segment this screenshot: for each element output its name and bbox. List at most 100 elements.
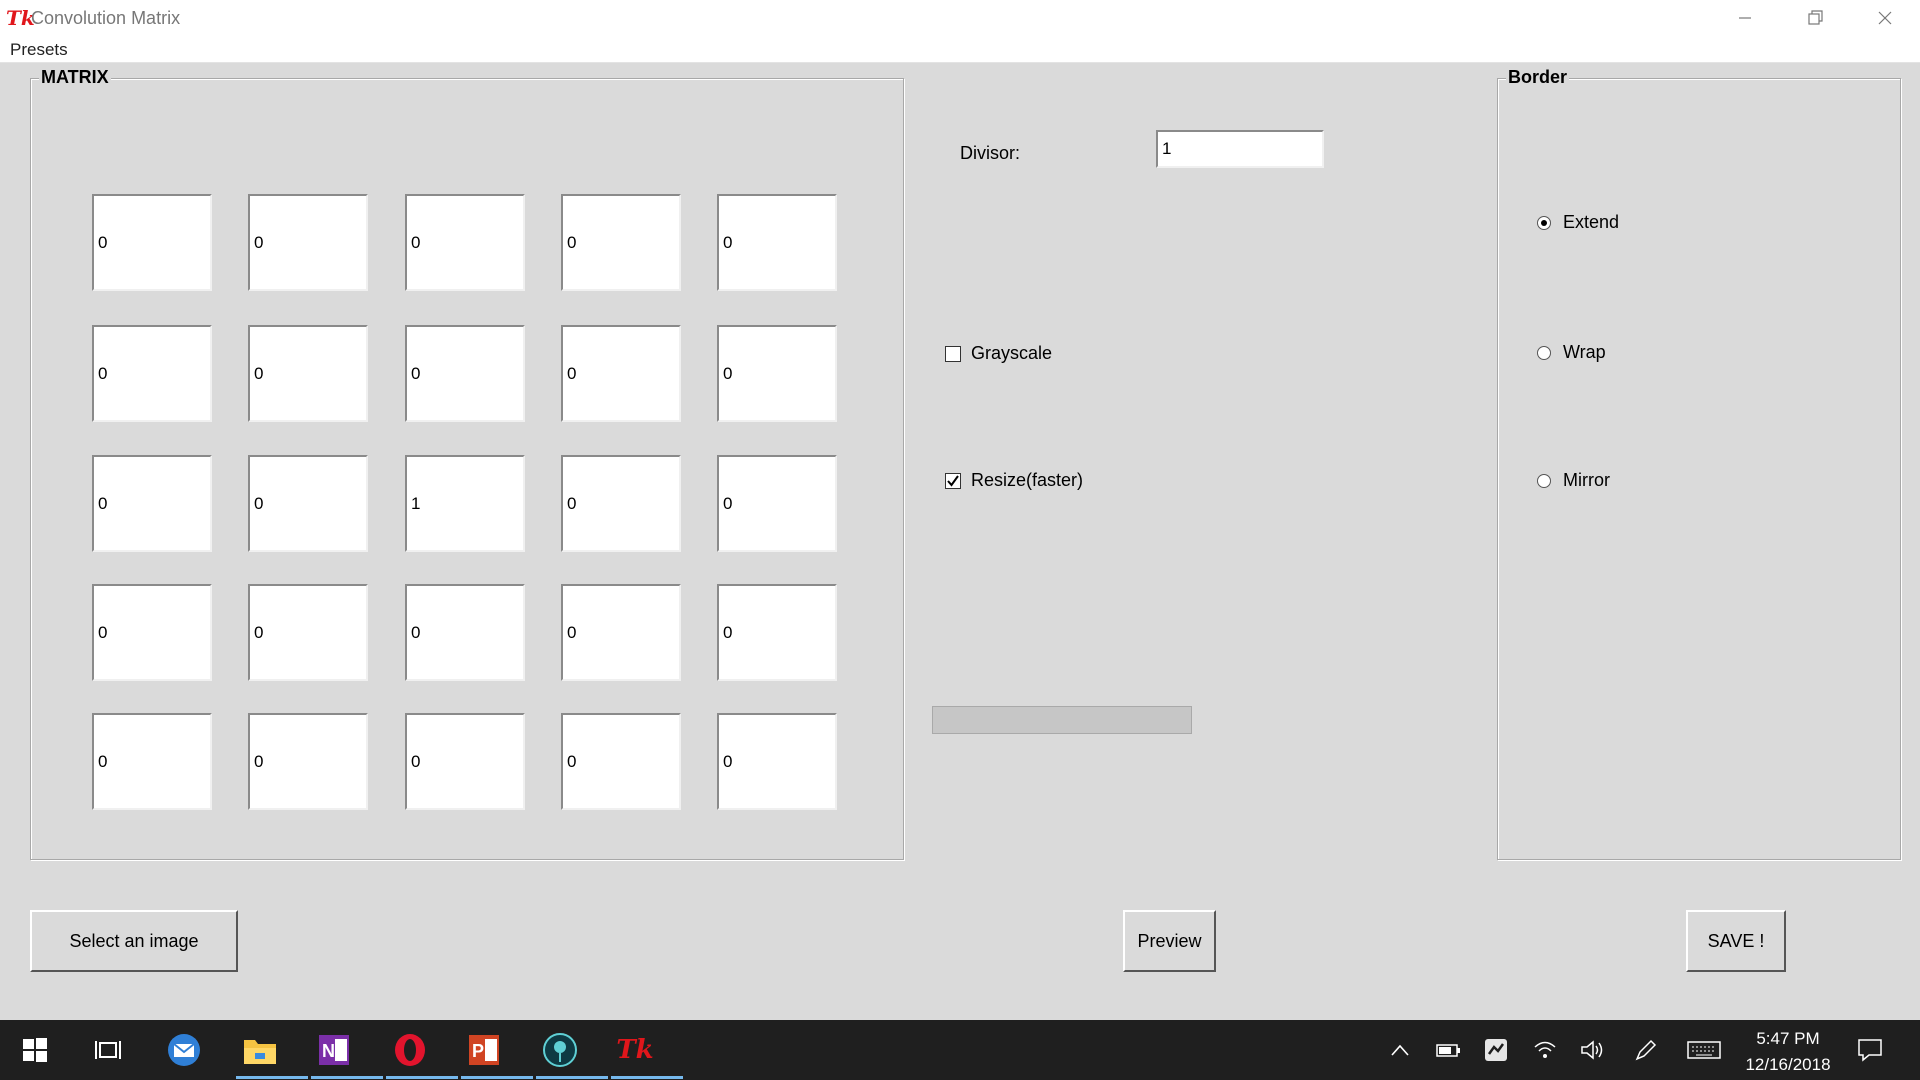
radio-extend-indicator [1537,215,1551,230]
matrix-cell-1-4[interactable]: 0 [717,325,837,422]
tk-app-icon: Tk [616,1035,654,1065]
volume-tray-button[interactable] [1572,1030,1612,1070]
opera-icon [395,1034,425,1066]
onenote-icon: N [319,1035,349,1065]
matrix-cell-0-0[interactable]: 0 [92,194,212,291]
taskbar-clock[interactable]: 5:47 PM 12/16/2018 [1728,1026,1848,1078]
task-view-button[interactable] [88,1030,128,1070]
wifi-icon [1534,1041,1556,1058]
mail-app-icon [168,1034,200,1066]
close-button[interactable] [1850,0,1920,36]
taskbar-mail-app[interactable] [164,1030,204,1070]
resize-checkbox[interactable]: Resize(faster) [945,470,1083,491]
matrix-cell-0-1[interactable]: 0 [248,194,368,291]
matrix-cell-0-3[interactable]: 0 [561,194,681,291]
taskbar-file-explorer[interactable] [240,1030,280,1070]
taskbar: N P Tk [0,1020,1920,1080]
radio-extend-label: Extend [1563,212,1620,232]
matrix-cell-1-3[interactable]: 0 [561,325,681,422]
app-circle-icon [543,1033,577,1067]
grayscale-box [945,345,961,362]
tray-app-icon [1485,1039,1507,1061]
matrix-cell-2-1[interactable]: 0 [248,455,368,552]
check-icon [947,474,959,487]
radio-mirror-indicator [1537,473,1551,488]
active-indicator-tk [611,1076,683,1079]
keyboard-icon [1687,1041,1721,1059]
matrix-cell-0-2[interactable]: 0 [405,194,525,291]
matrix-cell-4-2[interactable]: 0 [405,713,525,810]
resize-box [945,472,961,489]
preview-button[interactable]: Preview [1123,910,1216,972]
matrix-cell-0-4[interactable]: 0 [717,194,837,291]
matrix-cell-3-3[interactable]: 0 [561,584,681,681]
active-indicator-app-circle [536,1076,608,1079]
matrix-cell-4-1[interactable]: 0 [248,713,368,810]
matrix-cell-2-2[interactable]: 1 [405,455,525,552]
action-center-button[interactable] [1850,1030,1890,1070]
task-view-icon [95,1041,121,1059]
tray-app-button[interactable] [1476,1030,1516,1070]
clock-time: 5:47 PM [1756,1029,1820,1048]
taskbar-opera[interactable] [390,1030,430,1070]
select-image-button[interactable]: Select an image [30,910,238,972]
restore-button[interactable] [1780,0,1850,36]
folder-icon [244,1040,276,1064]
radio-mirror[interactable]: Mirror [1537,470,1610,491]
active-indicator-opera [386,1076,458,1079]
matrix-cell-3-1[interactable]: 0 [248,584,368,681]
pen-icon [1635,1039,1657,1061]
border-group-label: Border [1506,67,1570,88]
taskbar-app-circle[interactable] [540,1030,580,1070]
network-tray-button[interactable] [1525,1030,1565,1070]
radio-mirror-label: Mirror [1563,470,1610,490]
matrix-cell-2-3[interactable]: 0 [561,455,681,552]
title-bar: Tk Convolution Matrix [0,0,1920,36]
matrix-cell-4-4[interactable]: 0 [717,713,837,810]
matrix-cell-1-1[interactable]: 0 [248,325,368,422]
grayscale-label: Grayscale [971,343,1053,363]
save-button[interactable]: SAVE ! [1686,910,1786,972]
svg-text:P: P [472,1041,484,1061]
taskbar-tk-app[interactable]: Tk [615,1030,655,1070]
volume-icon [1581,1040,1603,1060]
battery-tray-button[interactable] [1428,1030,1468,1070]
radio-wrap-indicator [1537,345,1551,360]
taskbar-onenote[interactable]: N [314,1030,354,1070]
matrix-cell-2-0[interactable]: 0 [92,455,212,552]
divisor-field[interactable]: 1 [1156,130,1324,168]
matrix-cell-3-4[interactable]: 0 [717,584,837,681]
start-button[interactable] [15,1030,55,1070]
restore-icon [1808,10,1823,25]
svg-text:N: N [322,1041,335,1061]
radio-wrap-label: Wrap [1563,342,1606,362]
matrix-cell-4-3[interactable]: 0 [561,713,681,810]
menu-presets[interactable]: Presets [10,40,68,60]
radio-extend[interactable]: Extend [1537,212,1619,233]
active-indicator-powerpoint [461,1076,533,1079]
active-indicator-explorer [236,1076,308,1079]
grayscale-checkbox[interactable]: Grayscale [945,343,1052,364]
active-indicator-onenote [311,1076,383,1079]
powerpoint-icon: P [469,1035,499,1065]
show-hidden-icons-button[interactable] [1380,1030,1420,1070]
resize-label: Resize(faster) [971,470,1084,490]
matrix-cell-3-0[interactable]: 0 [92,584,212,681]
border-group: Border [1497,67,1901,860]
matrix-cell-3-2[interactable]: 0 [405,584,525,681]
minimize-button[interactable] [1710,0,1780,36]
pen-tray-button[interactable] [1626,1030,1666,1070]
matrix-cell-2-4[interactable]: 0 [717,455,837,552]
notification-icon [1858,1039,1882,1062]
matrix-cell-4-0[interactable]: 0 [92,713,212,810]
taskbar-powerpoint[interactable]: P [464,1030,504,1070]
divisor-label: Divisor: [960,143,1021,163]
touch-keyboard-button[interactable] [1684,1030,1724,1070]
radio-wrap[interactable]: Wrap [1537,342,1606,363]
battery-icon [1436,1044,1460,1057]
minimize-icon [1739,17,1751,19]
matrix-cell-1-2[interactable]: 0 [405,325,525,422]
window-title: Convolution Matrix [31,8,181,28]
windows-logo-icon [23,1038,47,1062]
matrix-cell-1-0[interactable]: 0 [92,325,212,422]
